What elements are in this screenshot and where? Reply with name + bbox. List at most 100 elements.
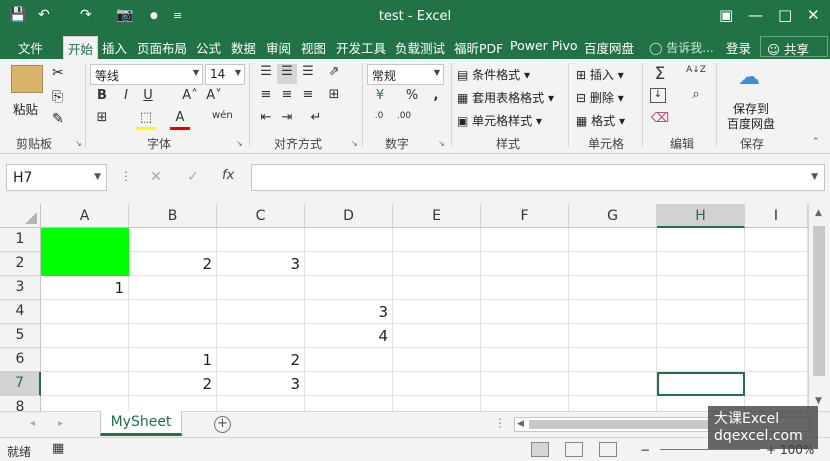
clear-icon[interactable]: ⌫ <box>650 111 670 131</box>
page-break-view-button[interactable] <box>599 442 617 457</box>
cell-e8[interactable] <box>393 396 481 411</box>
cell-h4[interactable] <box>657 300 745 324</box>
percent-button[interactable]: % <box>402 88 422 108</box>
zoom-slider[interactable] <box>660 449 760 450</box>
cell-a5[interactable] <box>41 324 129 348</box>
cell-i5[interactable] <box>745 324 808 348</box>
column-header-i[interactable]: I <box>745 204 808 228</box>
tab-power-pivot[interactable]: Power Pivo <box>510 38 578 53</box>
cell-d1[interactable] <box>305 228 393 252</box>
restore-icon[interactable]: □ <box>778 6 792 24</box>
cell-f2[interactable] <box>481 252 569 276</box>
normal-view-button[interactable] <box>531 442 549 457</box>
paste-button[interactable]: 粘贴 <box>13 99 38 118</box>
number-format-dropdown[interactable]: 常规 ▼ <box>367 64 444 85</box>
cell-h5[interactable] <box>657 324 745 348</box>
shrink-font-button[interactable]: A˅ <box>204 88 224 108</box>
increase-indent-icon[interactable]: ⇥ <box>277 110 297 130</box>
column-header-b[interactable]: B <box>129 204 217 228</box>
cell-h7[interactable] <box>657 372 745 396</box>
delete-cells-button[interactable]: ⊟ 删除 ▾ <box>576 89 624 106</box>
tab-page-layout[interactable]: 页面布局 <box>137 38 187 57</box>
add-sheet-icon[interactable]: + <box>214 416 231 433</box>
cell-c2[interactable]: 3 <box>217 252 305 276</box>
cell-e3[interactable] <box>393 276 481 300</box>
cell-f4[interactable] <box>481 300 569 324</box>
underline-button[interactable]: U <box>138 88 158 108</box>
cell-g1[interactable] <box>569 228 657 252</box>
cell-a8[interactable] <box>41 396 129 411</box>
cell-g4[interactable] <box>569 300 657 324</box>
increase-decimal-button[interactable]: .0 <box>369 111 389 131</box>
font-launcher-icon[interactable]: ↘ <box>236 139 243 148</box>
phonetic-button[interactable]: wén <box>212 110 233 130</box>
cell-h2[interactable] <box>657 252 745 276</box>
next-sheet-icon[interactable]: ▸ <box>58 418 63 429</box>
tab-load-test[interactable]: 负载测试 <box>395 38 445 57</box>
cell-f6[interactable] <box>481 348 569 372</box>
cell-i3[interactable] <box>745 276 808 300</box>
autosum-icon[interactable]: Σ <box>650 64 670 84</box>
scroll-up-icon[interactable]: ▲ <box>815 208 822 218</box>
vertical-scrollbar[interactable]: ▲ ▼ <box>808 204 830 411</box>
column-header-g[interactable]: G <box>569 204 657 228</box>
comma-button[interactable]: , <box>426 88 446 108</box>
cell-b8[interactable] <box>129 396 217 411</box>
cell-d6[interactable] <box>305 348 393 372</box>
insert-cells-button[interactable]: ⊞ 插入 ▾ <box>576 66 624 83</box>
cell-i6[interactable] <box>745 348 808 372</box>
fill-down-icon[interactable]: ↓ <box>650 88 666 103</box>
cell-g6[interactable] <box>569 348 657 372</box>
cell-e2[interactable] <box>393 252 481 276</box>
cell-f5[interactable] <box>481 324 569 348</box>
alignment-launcher-icon[interactable]: ↘ <box>351 139 358 148</box>
cell-b2[interactable]: 2 <box>129 252 217 276</box>
name-box[interactable]: H7 ▼ <box>6 164 107 191</box>
cell-d5[interactable]: 4 <box>305 324 393 348</box>
tab-home[interactable]: 开始 <box>63 36 99 59</box>
column-header-h[interactable]: H <box>657 204 745 228</box>
cell-a4[interactable] <box>41 300 129 324</box>
cell-d2[interactable] <box>305 252 393 276</box>
column-header-d[interactable]: D <box>305 204 393 228</box>
tab-review[interactable]: 审阅 <box>266 38 291 57</box>
italic-button[interactable]: I <box>116 88 136 108</box>
row-header-5[interactable]: 5 <box>0 324 41 348</box>
decrease-decimal-button[interactable]: .00 <box>394 111 414 131</box>
tab-insert[interactable]: 插入 <box>102 38 127 57</box>
cell-b3[interactable] <box>129 276 217 300</box>
enter-icon[interactable]: ✓ <box>187 169 199 185</box>
cell-g2[interactable] <box>569 252 657 276</box>
align-center-icon[interactable]: ≡ <box>277 87 297 107</box>
cell-c1[interactable] <box>217 228 305 252</box>
align-middle-icon[interactable]: ☰ <box>277 64 297 84</box>
cell-c4[interactable] <box>217 300 305 324</box>
column-header-a[interactable]: A <box>41 204 129 228</box>
column-header-f[interactable]: F <box>481 204 569 228</box>
cell-d8[interactable] <box>305 396 393 411</box>
tab-foxit-pdf[interactable]: 福昕PDF <box>454 38 503 57</box>
cell-a7[interactable] <box>41 372 129 396</box>
select-all-corner[interactable] <box>0 204 41 228</box>
row-header-3[interactable]: 3 <box>0 276 41 300</box>
cell-e4[interactable] <box>393 300 481 324</box>
cell-e5[interactable] <box>393 324 481 348</box>
cell-styles-button[interactable]: ▣ 单元格样式 ▾ <box>457 112 542 129</box>
conditional-format-button[interactable]: ▤ 条件格式 ▾ <box>457 66 530 83</box>
tab-view[interactable]: 视图 <box>301 38 326 57</box>
close-icon[interactable]: ✕ <box>807 6 820 24</box>
cell-b1[interactable] <box>129 228 217 252</box>
page-layout-view-button[interactable] <box>565 442 583 457</box>
cell-g5[interactable] <box>569 324 657 348</box>
cell-a6[interactable] <box>41 348 129 372</box>
cell-i7[interactable] <box>745 372 808 396</box>
cell-e1[interactable] <box>393 228 481 252</box>
cell-c5[interactable] <box>217 324 305 348</box>
column-header-e[interactable]: E <box>393 204 481 228</box>
cell-c6[interactable]: 2 <box>217 348 305 372</box>
tab-file[interactable]: 文件 <box>18 38 43 57</box>
currency-icon[interactable]: ¥ <box>370 88 390 108</box>
cell-i4[interactable] <box>745 300 808 324</box>
cell-c8[interactable] <box>217 396 305 411</box>
number-launcher-icon[interactable]: ↘ <box>438 139 445 148</box>
